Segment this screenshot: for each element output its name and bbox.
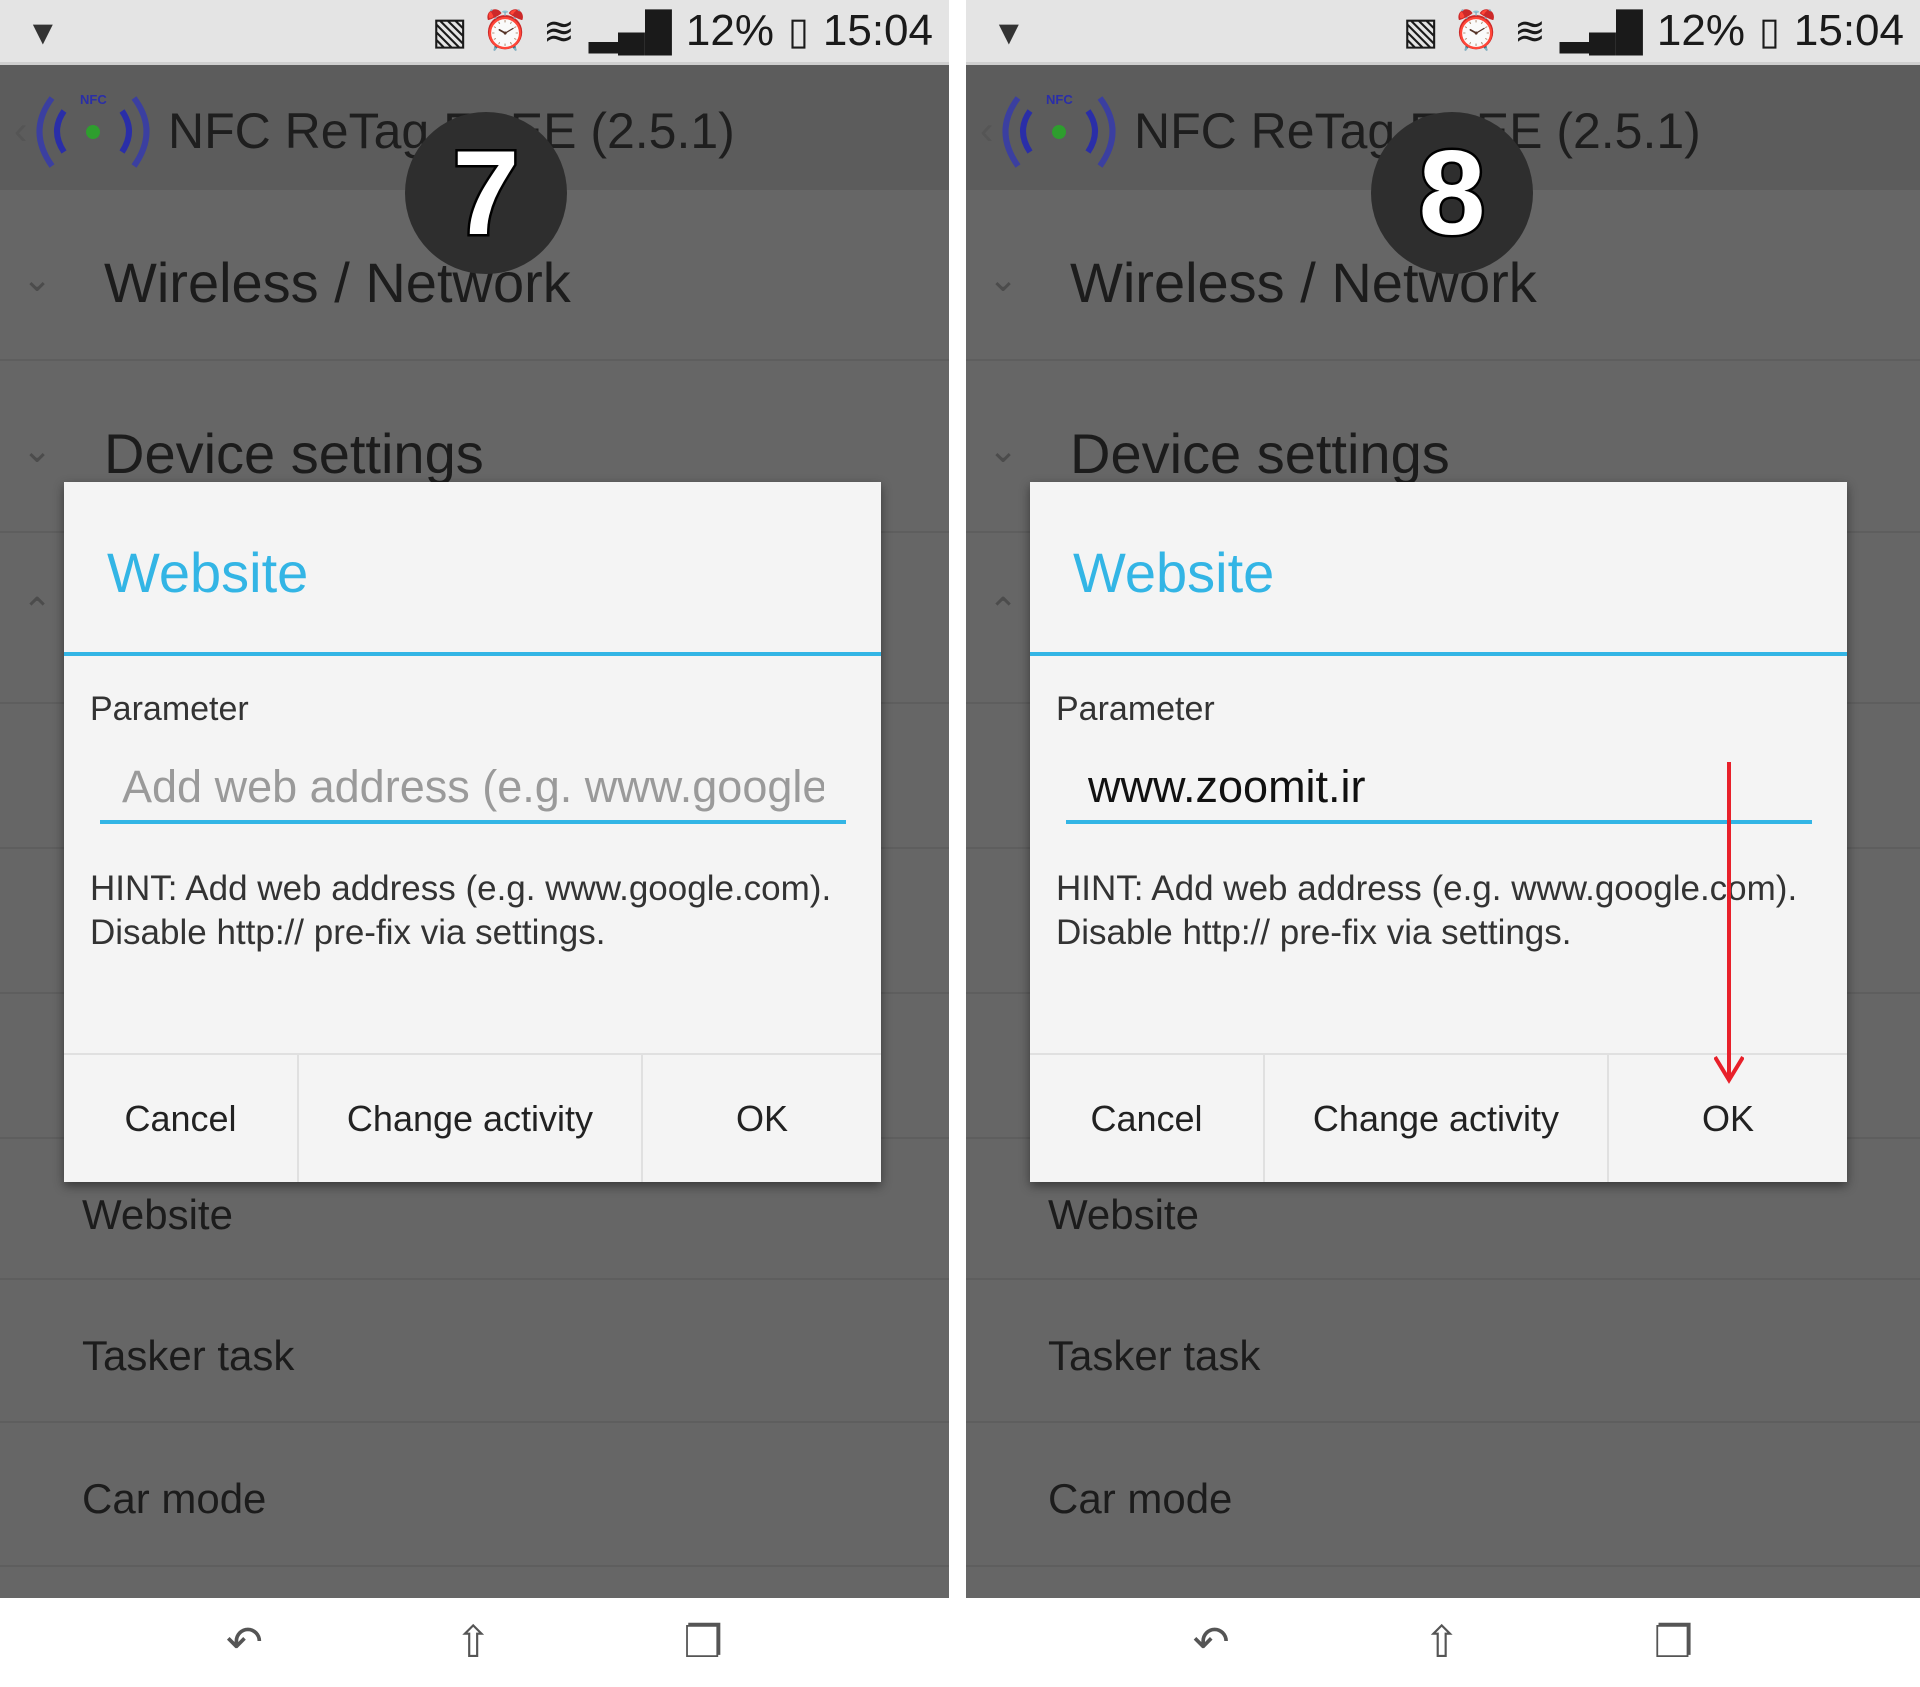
web-address-input[interactable]	[1066, 754, 1812, 824]
change-activity-button[interactable]: Change activity	[1265, 1055, 1609, 1182]
list-item-car-mode[interactable]: Car mode	[966, 1423, 1920, 1567]
signal-icon: ▂▄█	[1559, 10, 1643, 53]
battery-percent: 12%	[685, 6, 774, 55]
dialog-title: Website	[107, 541, 309, 604]
alarm-icon: ⏰	[1452, 10, 1500, 52]
navigation-bar: ↶ ⇧ ❐	[0, 1598, 949, 1687]
clock: 15:04	[822, 6, 933, 55]
chevron-down-icon: ⌄	[988, 258, 1019, 299]
chevron-down-icon: ⌄	[22, 429, 53, 470]
title-divider	[64, 652, 881, 656]
alarm-icon: ⏰	[481, 10, 529, 52]
svg-text:‹: ‹	[14, 109, 27, 153]
vibrate-icon: ▧	[431, 10, 468, 53]
svg-text:‹: ‹	[980, 109, 993, 153]
signal-icon: ▂▄█	[588, 10, 672, 53]
dialog-buttons: Cancel Change activity OK	[64, 1053, 881, 1182]
chevron-down-icon: ⌄	[988, 429, 1019, 470]
list-item-tasker-task[interactable]: Tasker task	[0, 1280, 949, 1423]
home-icon[interactable]: ⇧	[1423, 1617, 1460, 1668]
list-item-car-mode[interactable]: Car mode	[0, 1423, 949, 1567]
battery-icon: ▯	[1758, 10, 1780, 53]
vibrate-icon: ▧	[1402, 10, 1439, 53]
battery-icon: ▯	[787, 10, 809, 53]
navigation-bar: ↶ ⇧ ❐	[966, 1598, 1920, 1687]
status-bar: ▼ ▧ ⏰ ≋ ▂▄█ 12% ▯ 15:04	[0, 0, 949, 65]
cancel-button[interactable]: Cancel	[64, 1055, 299, 1182]
website-dialog: Website Parameter HINT: Add web address …	[64, 482, 881, 1182]
step-badge: 7	[405, 112, 567, 274]
chevron-down-icon: ⌄	[22, 258, 53, 299]
app-logo[interactable]: ‹ NFC	[978, 86, 1123, 176]
step-badge: 8	[1371, 112, 1533, 274]
recent-apps-icon[interactable]: ❐	[684, 1617, 723, 1668]
svg-text:NFC: NFC	[1046, 92, 1073, 107]
battery-percent: 12%	[1656, 6, 1745, 55]
status-bar: ▼ ▧ ⏰ ≋ ▂▄█ 12% ▯ 15:04	[966, 0, 1920, 65]
hint-text: HINT: Add web address (e.g. www.google.c…	[1056, 869, 1798, 952]
screenshot-step-7: ▼ ▧ ⏰ ≋ ▂▄█ 12% ▯ 15:04 ‹ NFC NFC ReTag …	[0, 0, 949, 1687]
cancel-button[interactable]: Cancel	[1030, 1055, 1265, 1182]
svg-text:NFC: NFC	[80, 92, 107, 107]
ok-button[interactable]: OK	[643, 1055, 881, 1182]
wifi-icon: ≋	[1513, 10, 1546, 53]
app-logo[interactable]: ‹ NFC	[12, 86, 157, 176]
dialog-title: Website	[1073, 541, 1275, 604]
recent-apps-icon[interactable]: ❐	[1654, 1617, 1693, 1668]
change-activity-button[interactable]: Change activity	[299, 1055, 643, 1182]
back-icon[interactable]: ↶	[226, 1617, 263, 1668]
notification-icon: ▼	[26, 14, 60, 52]
hint-text: HINT: Add web address (e.g. www.google.c…	[90, 869, 832, 952]
red-arrow-pointing-ok	[1714, 762, 1744, 1084]
parameter-label: Parameter	[1056, 690, 1215, 728]
screenshot-step-8: ▼ ▧ ⏰ ≋ ▂▄█ 12% ▯ 15:04 ‹ NFC NFC ReTag …	[966, 0, 1920, 1687]
web-address-input[interactable]	[100, 754, 846, 824]
back-icon[interactable]: ↶	[1193, 1617, 1230, 1668]
home-icon[interactable]: ⇧	[455, 1617, 492, 1668]
parameter-label: Parameter	[90, 690, 249, 728]
title-divider	[1030, 652, 1847, 656]
list-item-tasker-task[interactable]: Tasker task	[966, 1280, 1920, 1423]
clock: 15:04	[1793, 6, 1904, 55]
wifi-icon: ≋	[542, 10, 575, 53]
notification-icon: ▼	[992, 14, 1026, 52]
